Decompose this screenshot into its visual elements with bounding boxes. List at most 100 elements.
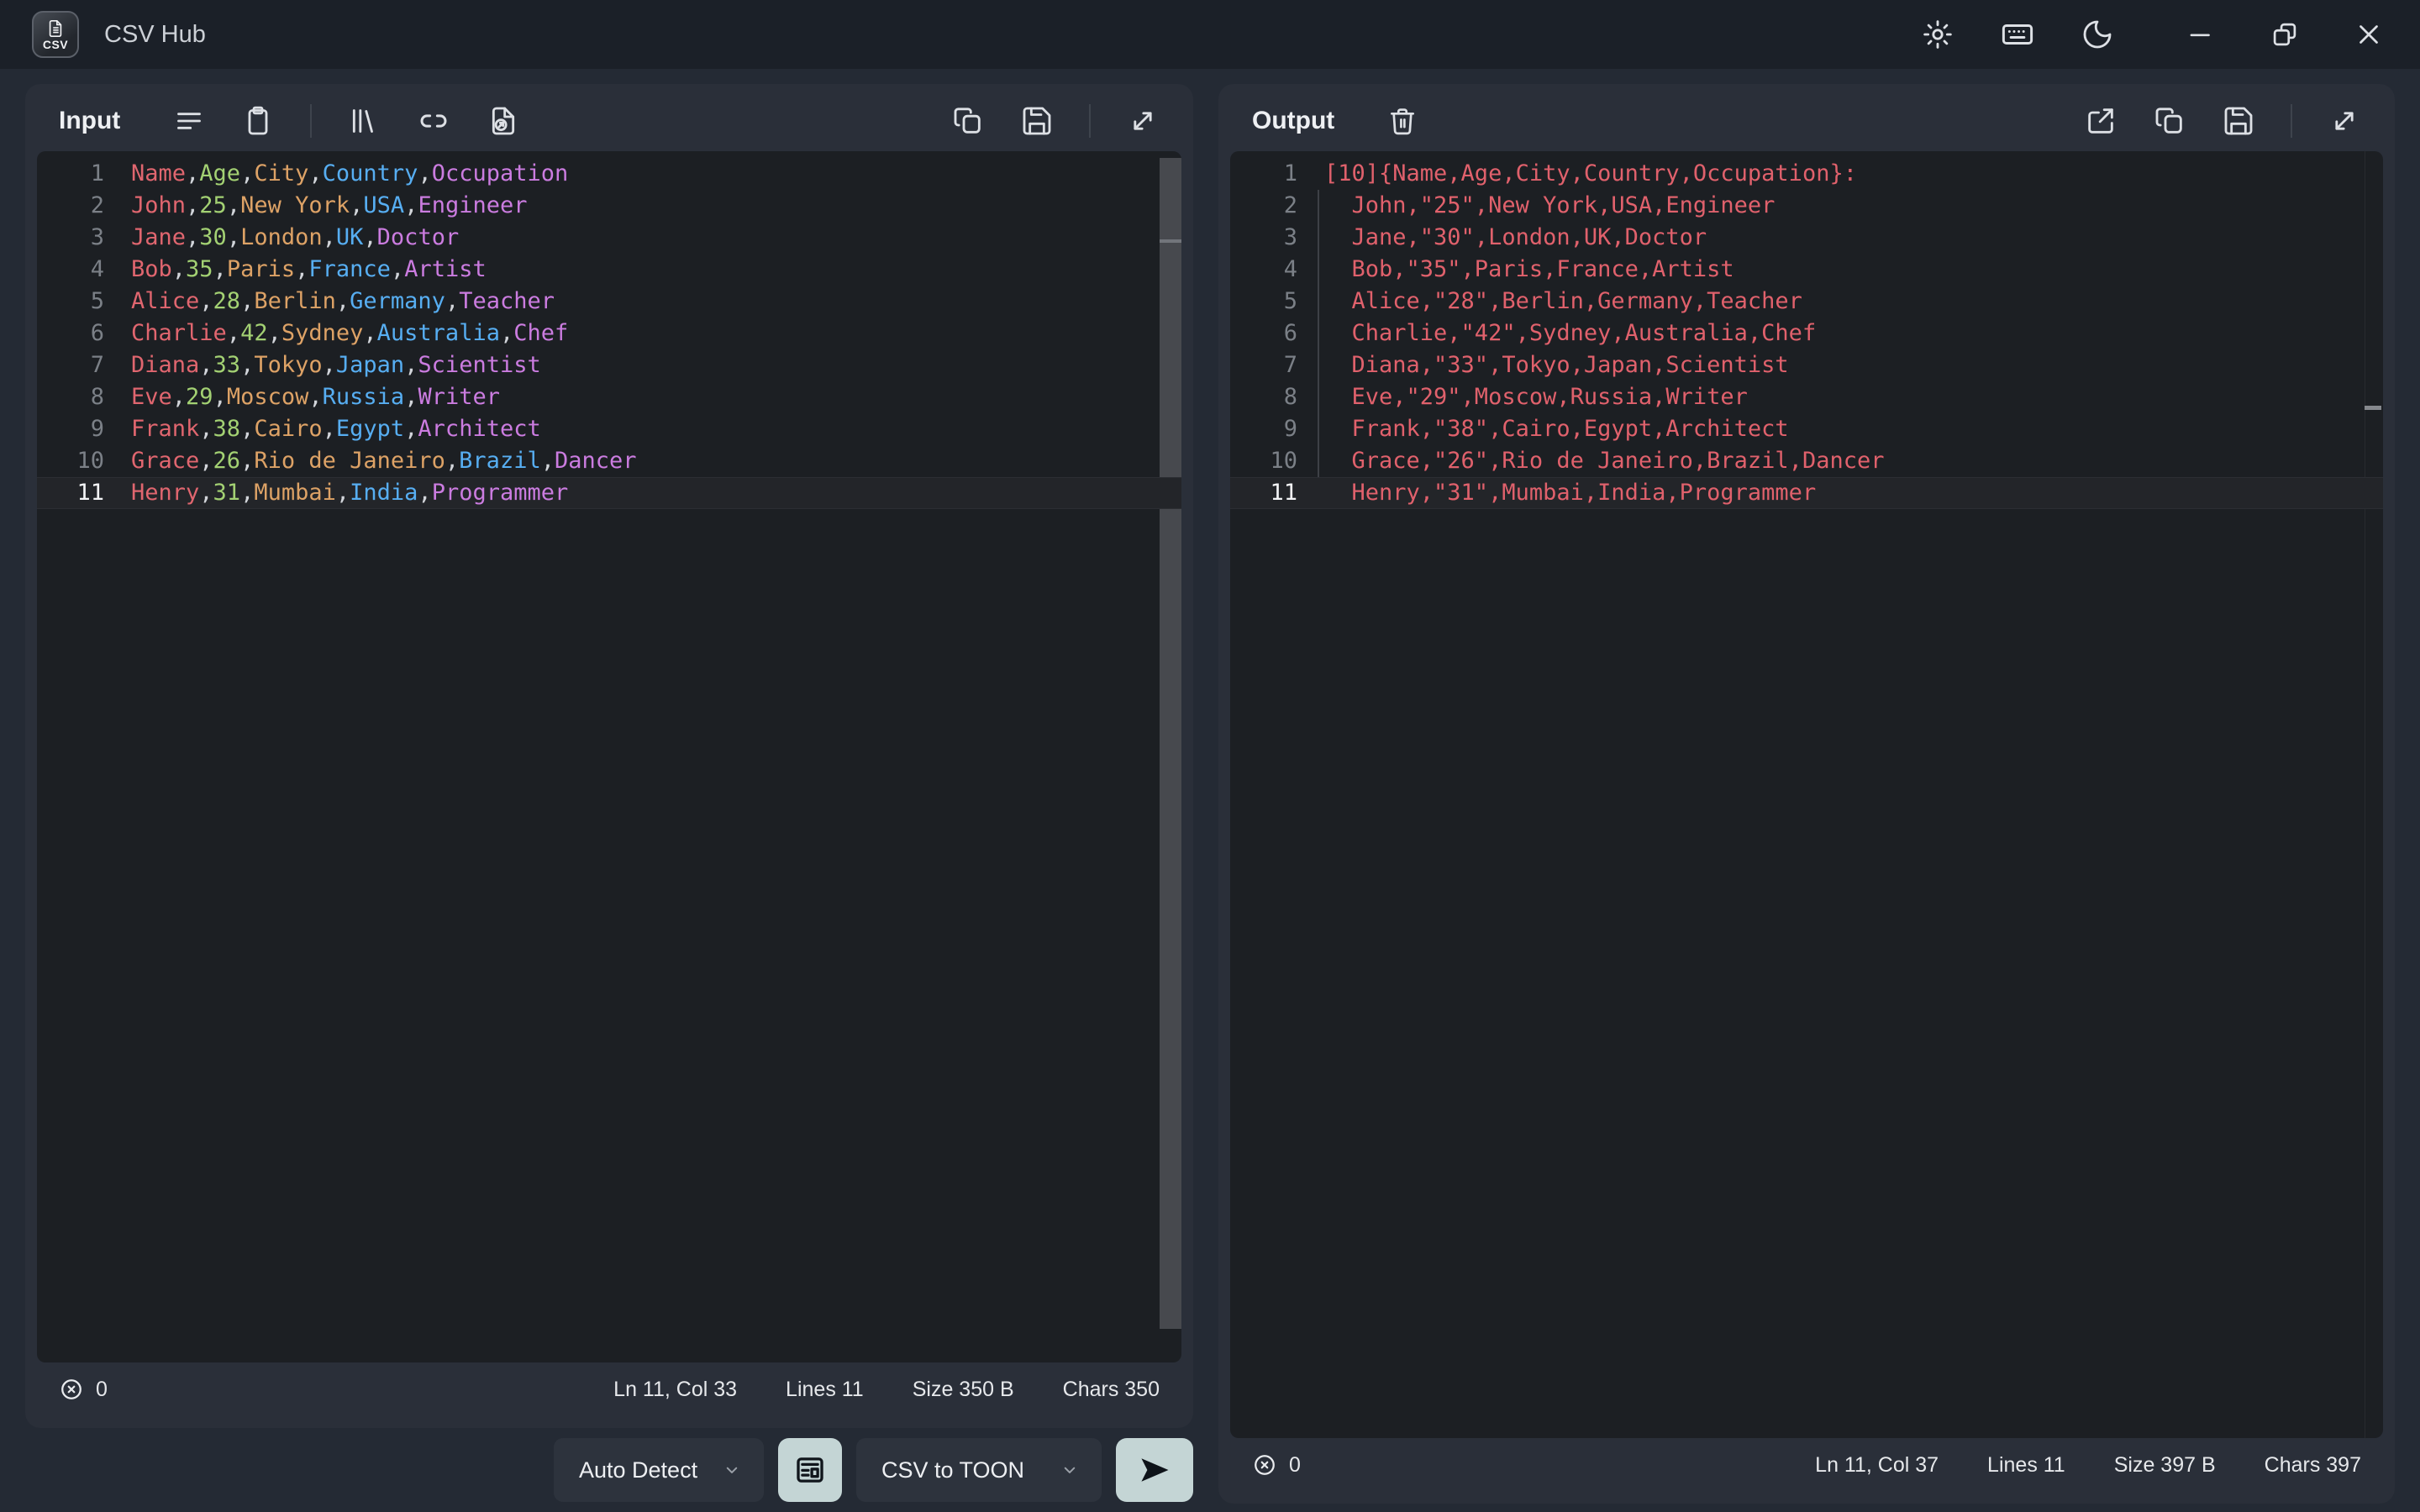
input-editor[interactable]: 1Name,Age,City,Country,Occupation2John,2… [37, 151, 1181, 1362]
copy-input-icon[interactable] [951, 104, 985, 138]
line-number: 6 [37, 318, 104, 349]
copy-output-icon[interactable] [2153, 104, 2186, 138]
output-editor[interactable]: 1[10]{Name,Age,City,Country,Occupation}:… [1230, 151, 2383, 1438]
link-icon[interactable] [416, 103, 451, 139]
csv-field: Country [323, 160, 418, 186]
csv-comma: , [268, 320, 281, 346]
code-line[interactable]: 2 John,"25",New York,USA,Engineer [1230, 190, 2383, 222]
csv-field: Japan [336, 352, 404, 378]
input-panel-title: Input [59, 107, 120, 135]
csv-comma: , [213, 256, 227, 282]
code-text: Bob,"35",Paris,France,Artist [1324, 254, 1734, 286]
code-line[interactable]: 6Charlie,42,Sydney,Australia,Chef [37, 318, 1181, 349]
format-select[interactable]: Auto Detect [554, 1438, 764, 1502]
csv-field: John [131, 192, 186, 218]
code-line[interactable]: 10 Grace,"26",Rio de Janeiro,Brazil,Danc… [1230, 445, 2383, 477]
csv-field: 35 [186, 256, 213, 282]
input-cursor-position: Ln 11, Col 33 [613, 1378, 737, 1402]
code-line[interactable]: 4Bob,35,Paris,France,Artist [37, 254, 1181, 286]
clear-trash-icon[interactable] [1386, 105, 1418, 137]
line-number: 8 [37, 381, 104, 413]
chevron-down-icon [720, 1458, 744, 1482]
csv-comma: , [404, 192, 418, 218]
code-line[interactable]: 5 Alice,"28",Berlin,Germany,Teacher [1230, 286, 2383, 318]
csv-field: Writer [418, 384, 500, 410]
share-output-icon[interactable] [2084, 104, 2118, 138]
csv-field: 26 [213, 448, 241, 474]
csv-field: Alice [131, 288, 199, 314]
app-icon-label: CSV [43, 39, 68, 50]
input-char-count: Chars 350 [1063, 1378, 1160, 1402]
csv-field: London [240, 224, 323, 250]
line-number: 3 [1230, 222, 1297, 254]
csv-field: Eve [131, 384, 172, 410]
code-line[interactable]: 1Name,Age,City,Country,Occupation [37, 158, 1181, 190]
csv-field: Grace [131, 448, 199, 474]
code-line[interactable]: 4 Bob,"35",Paris,France,Artist [1230, 254, 2383, 286]
csv-comma: , [240, 288, 254, 314]
sample-text-icon[interactable] [172, 104, 206, 138]
save-input-icon[interactable] [1020, 104, 1054, 138]
close-icon[interactable] [2353, 18, 2385, 50]
line-number: 9 [1230, 413, 1297, 445]
csv-comma: , [404, 352, 418, 378]
maximize-restore-icon[interactable] [2269, 18, 2301, 50]
convert-send-button[interactable] [1116, 1438, 1193, 1502]
theme-moon-icon[interactable] [2081, 18, 2114, 51]
csv-comma: , [363, 224, 376, 250]
code-line[interactable]: 5Alice,28,Berlin,Germany,Teacher [37, 286, 1181, 318]
expand-input-icon[interactable] [1126, 104, 1160, 138]
code-text: Name,Age,City,Country,Occupation [131, 158, 568, 190]
code-line[interactable]: 9Frank,38,Cairo,Egypt,Architect [37, 413, 1181, 445]
line-number: 2 [1230, 190, 1297, 222]
code-line[interactable]: 3Jane,30,London,UK,Doctor [37, 222, 1181, 254]
code-line[interactable]: 11 Henry,"31",Mumbai,India,Programmer [1230, 477, 2383, 509]
output-panel-title: Output [1252, 107, 1334, 135]
csv-field: Occupation [432, 160, 569, 186]
csv-field: 38 [213, 416, 241, 442]
keyboard-icon[interactable] [2000, 17, 2035, 52]
code-text: [10]{Name,Age,City,Country,Occupation}: [1324, 158, 1857, 190]
line-number: 11 [1230, 477, 1297, 509]
code-line[interactable]: 2John,25,New York,USA,Engineer [37, 190, 1181, 222]
library-icon[interactable] [347, 104, 381, 138]
csv-field: 31 [213, 480, 241, 506]
input-error-value: 0 [96, 1378, 108, 1402]
code-text: John,"25",New York,USA,Engineer [1324, 190, 1775, 222]
csv-field: Artist [404, 256, 487, 282]
code-line[interactable]: 6 Charlie,"42",Sydney,Australia,Chef [1230, 318, 2383, 349]
csv-field: Dancer [555, 448, 637, 474]
line-number: 11 [37, 477, 104, 509]
code-line[interactable]: 7Diana,33,Tokyo,Japan,Scientist [37, 349, 1181, 381]
csv-field: Programmer [432, 480, 569, 506]
expand-output-icon[interactable] [2328, 104, 2361, 138]
line-number: 10 [37, 445, 104, 477]
settings-gear-icon[interactable] [1921, 18, 1954, 51]
save-output-icon[interactable] [2222, 104, 2255, 138]
open-file-icon[interactable] [487, 104, 520, 138]
code-line[interactable]: 11 Henry,31,Mumbai,India,Programmer [37, 477, 1181, 509]
code-line[interactable]: 8 Eve,"29",Moscow,Russia,Writer [1230, 381, 2383, 413]
csv-field: Rio de Janeiro [254, 448, 445, 474]
code-line[interactable]: 1[10]{Name,Age,City,Country,Occupation}: [1230, 158, 2383, 190]
csv-field: Bob [131, 256, 172, 282]
input-size: Size 350 B [913, 1378, 1014, 1402]
code-line[interactable]: 8Eve,29,Moscow,Russia,Writer [37, 381, 1181, 413]
code-line[interactable]: 7 Diana,"33",Tokyo,Japan,Scientist [1230, 349, 2383, 381]
minimize-icon[interactable] [2185, 18, 2217, 50]
code-text: Frank,38,Cairo,Egypt,Architect [131, 413, 541, 445]
csv-comma: , [363, 320, 376, 346]
code-text: Jane,30,London,UK,Doctor [131, 222, 459, 254]
code-text: Henry,31,Mumbai,India,Programmer [131, 477, 568, 509]
paste-clipboard-icon[interactable] [241, 104, 275, 138]
csv-comma: , [418, 160, 431, 186]
csv-field: India [350, 480, 418, 506]
line-number: 7 [37, 349, 104, 381]
code-line[interactable]: 9 Frank,"38",Cairo,Egypt,Architect [1230, 413, 2383, 445]
layout-options-button[interactable] [778, 1438, 842, 1502]
csv-comma: , [240, 416, 254, 442]
code-line[interactable]: 10Grace,26,Rio de Janeiro,Brazil,Dancer [37, 445, 1181, 477]
conversion-select[interactable]: CSV to TOON [856, 1438, 1102, 1502]
code-text: John,25,New York,USA,Engineer [131, 190, 527, 222]
code-line[interactable]: 3 Jane,"30",London,UK,Doctor [1230, 222, 2383, 254]
